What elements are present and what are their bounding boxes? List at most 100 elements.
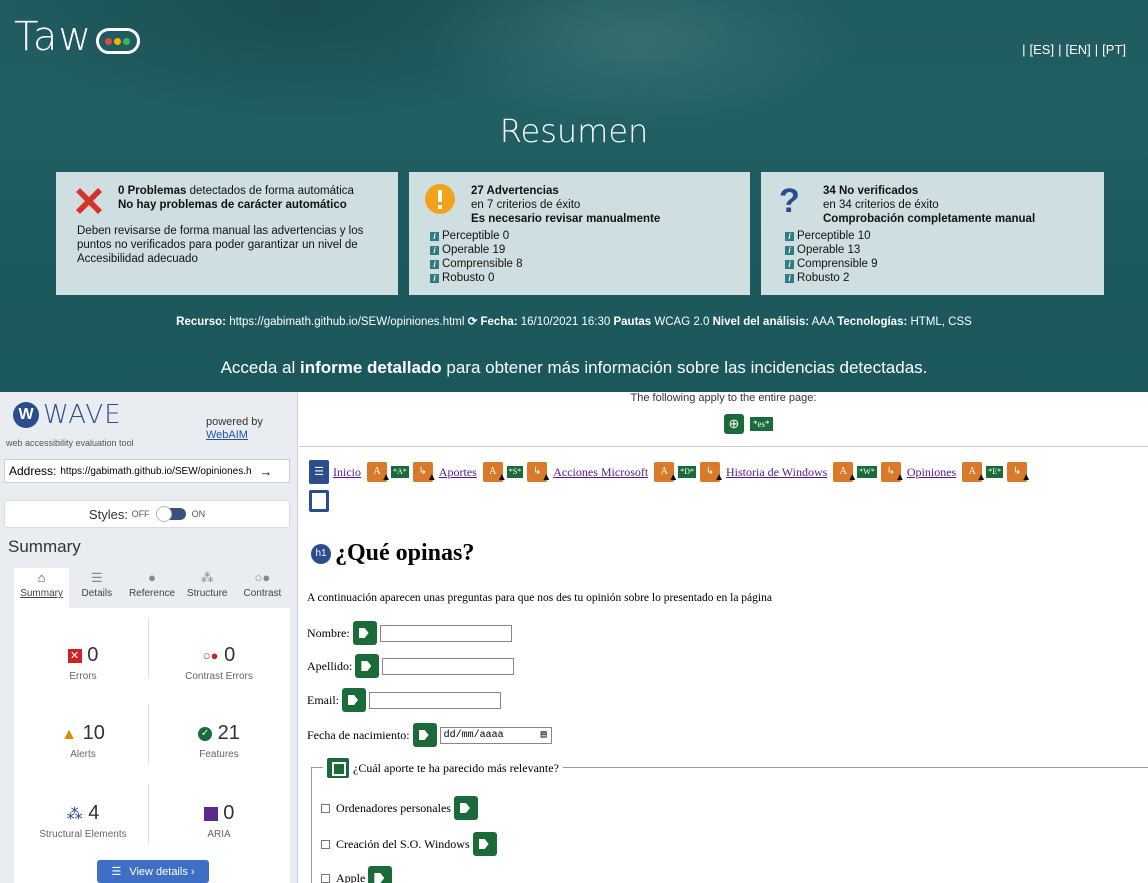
fieldset-legend: ¿Cuál aporte te ha parecido más relevant… (323, 758, 563, 778)
arrow-right-icon[interactable]: → (259, 464, 272, 479)
tab-details[interactable]: ☰ Details (69, 568, 124, 608)
label-tag-icon[interactable] (453, 796, 478, 820)
calendar-icon[interactable]: ▤ (541, 729, 547, 741)
principle-label: Perceptible 0 (442, 230, 510, 242)
lang-pt[interactable]: [PT] (1102, 42, 1126, 57)
principle-item[interactable]: i Comprensible 9 (785, 257, 878, 271)
nombre-row: Nombre: (307, 621, 512, 645)
principle-item[interactable]: i Robusto 0 (430, 271, 523, 285)
principle-item[interactable]: i Robusto 2 (785, 271, 878, 285)
tab-summary[interactable]: ⌂ Summary (14, 568, 70, 608)
nav-link-opiniones[interactable]: Opiniones (907, 465, 956, 480)
tab-contrast[interactable]: ○● Contrast (235, 568, 290, 608)
contrast-error-icon: ○● (202, 648, 219, 664)
accesskey-alert-icon[interactable]: A (654, 462, 678, 488)
tab-label: Summary (20, 588, 63, 599)
globe-language-icon[interactable]: ⊕ (724, 414, 744, 434)
accesskey-alert-icon[interactable]: A (833, 462, 857, 488)
redundant-link-alert-icon[interactable]: ↳ (412, 462, 437, 488)
nivel-value: AAA (809, 316, 838, 328)
info-circle-icon: ● (148, 570, 156, 585)
redundant-link-alert-icon[interactable]: ↳ (880, 462, 905, 488)
accesskey-tag[interactable]: *E* (986, 466, 1004, 478)
principle-item[interactable]: i Operable 13 (785, 243, 878, 257)
lang-es[interactable]: [ES] (1030, 42, 1055, 57)
accesskey-tag[interactable]: *D* (678, 466, 696, 478)
option-label: Ordenadores personales (336, 800, 451, 815)
nav-link-inicio[interactable]: Inicio (333, 465, 361, 480)
contrast-errors-stat[interactable]: ○● 0 Contrast Errors (154, 644, 284, 682)
redundant-link-alert-icon[interactable]: ↳ (1007, 462, 1031, 488)
fecha-label: Fecha: (480, 316, 518, 328)
option-checkbox[interactable] (321, 803, 330, 813)
option-checkbox[interactable] (321, 873, 330, 883)
lang-en[interactable]: [EN] (1065, 42, 1090, 57)
fecha-input[interactable]: dd/mm/aaaa ▤ (439, 726, 552, 744)
detailed-report-link[interactable]: informe detallado (300, 358, 442, 377)
nombre-input[interactable] (379, 624, 512, 642)
nav-link-historia[interactable]: Historia de Windows (726, 465, 827, 480)
principle-item[interactable]: i Perceptible 10 (785, 229, 878, 243)
tec-value: HTML, CSS (907, 316, 972, 328)
principle-item[interactable]: i Operable 19 (430, 243, 523, 257)
errors-stat[interactable]: ✕ 0 Errors (18, 644, 148, 682)
features-stat[interactable]: ✓ 21 Features (154, 722, 284, 760)
warnings-bold: Es necesario revisar manualmente (471, 213, 661, 225)
webaim-link[interactable]: WebAIM (206, 429, 248, 441)
list-structure-icon[interactable]: ☰ (309, 460, 329, 484)
accesskey-tag[interactable]: *W* (857, 466, 877, 478)
redundant-link-alert-icon[interactable]: ↳ (700, 462, 724, 488)
accesskey-tag[interactable]: *S* (506, 466, 524, 478)
accesskey-alert-icon[interactable]: A (367, 462, 391, 488)
accesskey-alert-icon[interactable]: A (962, 462, 986, 488)
email-input[interactable] (369, 691, 501, 709)
unverified-box: ? 34 No verificados en 34 criterios de é… (761, 172, 1104, 295)
label-tag-icon[interactable] (355, 654, 380, 678)
view-details-button[interactable]: ☰ View details › (97, 860, 209, 883)
tab-label: Contrast (243, 588, 282, 599)
taw-logo[interactable]: Taw (14, 14, 141, 60)
accesskey-alert-icon[interactable]: A (482, 462, 507, 488)
alerts-stat[interactable]: ▲ 10 Alerts (18, 722, 148, 760)
principle-item[interactable]: i Perceptible 0 (430, 229, 523, 243)
accesskey-tag[interactable]: *A* (391, 466, 409, 478)
label-tag-icon[interactable] (472, 832, 497, 856)
footer-structure-icon[interactable] (309, 490, 329, 512)
wave-logo[interactable]: W WAVE (13, 400, 122, 430)
unverified-title: 34 No verificados (823, 185, 919, 197)
error-x-icon (76, 188, 102, 214)
h1-icon[interactable]: h1 (311, 543, 331, 564)
language-selector: | [ES] | [EN] | [PT] (1022, 42, 1126, 57)
fieldset-icon[interactable] (327, 758, 349, 778)
structural-stat[interactable]: ⁂ 4 Structural Elements (18, 802, 148, 840)
apellido-input[interactable] (382, 657, 515, 675)
wave-subtitle: web accessibility evaluation tool (6, 438, 134, 448)
label-tag-icon[interactable] (352, 621, 377, 645)
page-wide-note: The following apply to the entire page: (630, 392, 817, 404)
detailed-report-cta: Acceda al informe detallado para obtener… (0, 358, 1148, 378)
recurso-label: Recurso: (176, 316, 226, 328)
refresh-icon[interactable]: ⟳ (468, 316, 481, 328)
address-input[interactable]: https://gabimath.github.io/SEW/opiniones… (60, 466, 255, 477)
label-tag-icon[interactable] (412, 723, 437, 747)
label-tag-icon[interactable] (342, 688, 366, 712)
nav-link-aportes[interactable]: Aportes (439, 465, 477, 480)
tab-structure[interactable]: ⁂ Structure (180, 568, 235, 608)
nav-link-acciones[interactable]: Acciones Microsoft (553, 465, 648, 480)
warning-icon (425, 184, 455, 214)
aria-stat[interactable]: 0 ARIA (154, 802, 284, 840)
option-label: Creación del S.O. Windows (336, 836, 470, 851)
principle-item[interactable]: i Comprensible 8 (430, 257, 523, 271)
info-icon: i (785, 273, 794, 283)
no-problems-text: No hay problemas de carácter automático (118, 199, 347, 211)
option-checkbox[interactable] (321, 839, 330, 849)
tab-reference[interactable]: ● Reference (124, 568, 179, 608)
recurso-value: https://gabimath.github.io/SEW/opiniones… (226, 316, 468, 328)
redundant-link-alert-icon[interactable]: ↳ (527, 462, 551, 488)
label-tag-icon[interactable] (368, 866, 393, 883)
styles-toggle[interactable] (155, 506, 186, 522)
language-tag[interactable]: *es* (750, 417, 773, 431)
aportes-fieldset (311, 767, 1148, 883)
summary-heading: Summary (8, 537, 81, 556)
principle-label: Operable 19 (442, 244, 506, 256)
